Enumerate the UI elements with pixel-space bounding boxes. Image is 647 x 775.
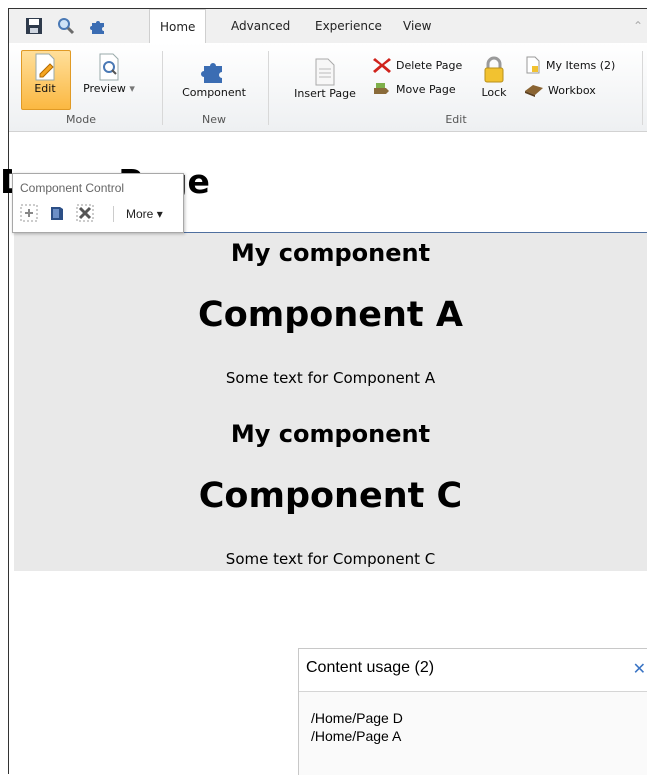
select-parent-icon[interactable] [20, 204, 38, 222]
chevron-down-icon: ▾ [156, 207, 163, 221]
move-page-button[interactable]: Move Page [372, 80, 456, 98]
group-label-mode: Mode [66, 113, 96, 126]
my-items-label: My Items (2) [546, 58, 616, 72]
lock-icon [484, 56, 504, 83]
content-usage-header: Content usage (2) ✕ [299, 649, 647, 692]
component-heading: My component [230, 420, 431, 448]
tab-advanced[interactable]: Advanced [221, 9, 300, 43]
list-item[interactable]: /Home/Page A [311, 727, 403, 745]
group-label-new: New [202, 113, 226, 126]
search-icon[interactable] [55, 15, 77, 37]
component-heading: My component [230, 239, 431, 267]
component-control-toolbar: Component Control More ▾ [12, 173, 184, 233]
ribbon-separator [268, 51, 269, 125]
component-a[interactable]: My component Component A Some text for C… [14, 232, 647, 392]
list-item[interactable]: /Home/Page D [311, 709, 403, 727]
my-items-icon [526, 56, 540, 74]
delete-page-button[interactable]: Delete Page [372, 56, 462, 74]
component-title: Component C [198, 476, 463, 516]
puzzle-icon [201, 63, 222, 83]
save-icon[interactable] [23, 15, 45, 37]
my-items-button[interactable]: My Items (2) [524, 56, 615, 74]
tab-view[interactable]: View [393, 9, 441, 43]
page-title-left-fragment: D [0, 162, 12, 209]
component-button[interactable]: Component [176, 56, 252, 99]
component-title: Component A [198, 295, 463, 335]
datasource-icon[interactable] [48, 204, 66, 222]
ribbon-separator [162, 51, 163, 125]
more-label: More [126, 207, 154, 221]
insert-page-label: Insert Page [294, 87, 356, 100]
tab-experience[interactable]: Experience [305, 9, 392, 43]
component-c[interactable]: My component Component C Some text for C… [14, 390, 647, 571]
move-page-icon [374, 83, 389, 94]
page-icon [315, 58, 335, 86]
preview-icon [99, 53, 119, 81]
content-usage-panel: Content usage (2) ✕ /Home/Page D /Home/P… [298, 648, 647, 775]
puzzle-icon[interactable] [87, 15, 109, 37]
edit-button[interactable]: Edit [22, 52, 68, 95]
delete-page-label: Delete Page [396, 58, 463, 72]
workbox-button[interactable]: Workbox [524, 82, 596, 98]
workbox-label: Workbox [548, 83, 596, 97]
component-control-title: Component Control [20, 181, 125, 195]
component-text: Some text for Component C [225, 550, 436, 568]
content-usage-title: Content usage (2) [306, 659, 435, 676]
close-icon[interactable]: ✕ [633, 659, 646, 679]
component-control-icons [20, 204, 94, 222]
toolbar-divider [113, 206, 114, 222]
preview-button[interactable]: Preview ▾ [74, 52, 144, 95]
component-label: Component [182, 86, 246, 99]
content-usage-list: /Home/Page D /Home/Page A [311, 709, 403, 745]
lock-button[interactable]: Lock [476, 56, 512, 99]
insert-page-button[interactable]: Insert Page [288, 57, 362, 100]
remove-component-icon[interactable] [76, 204, 94, 222]
component-text: Some text for Component A [225, 369, 436, 387]
tab-home[interactable]: Home [149, 9, 207, 44]
edit-page-icon [35, 53, 55, 81]
group-label-edit: Edit [445, 113, 467, 126]
workbox-icon [525, 85, 543, 97]
lock-label: Lock [481, 86, 507, 99]
ribbon-separator [642, 51, 643, 125]
delete-icon [373, 58, 391, 73]
preview-label: Preview [83, 82, 126, 95]
ribbon-tabbar: Home Advanced Experience View ⌃ [9, 9, 647, 44]
edit-label: Edit [34, 82, 56, 95]
more-button[interactable]: More ▾ [126, 207, 163, 221]
move-page-label: Move Page [396, 82, 456, 96]
chevron-down-icon: ▾ [125, 82, 135, 95]
collapse-ribbon-icon[interactable]: ⌃ [633, 19, 643, 33]
